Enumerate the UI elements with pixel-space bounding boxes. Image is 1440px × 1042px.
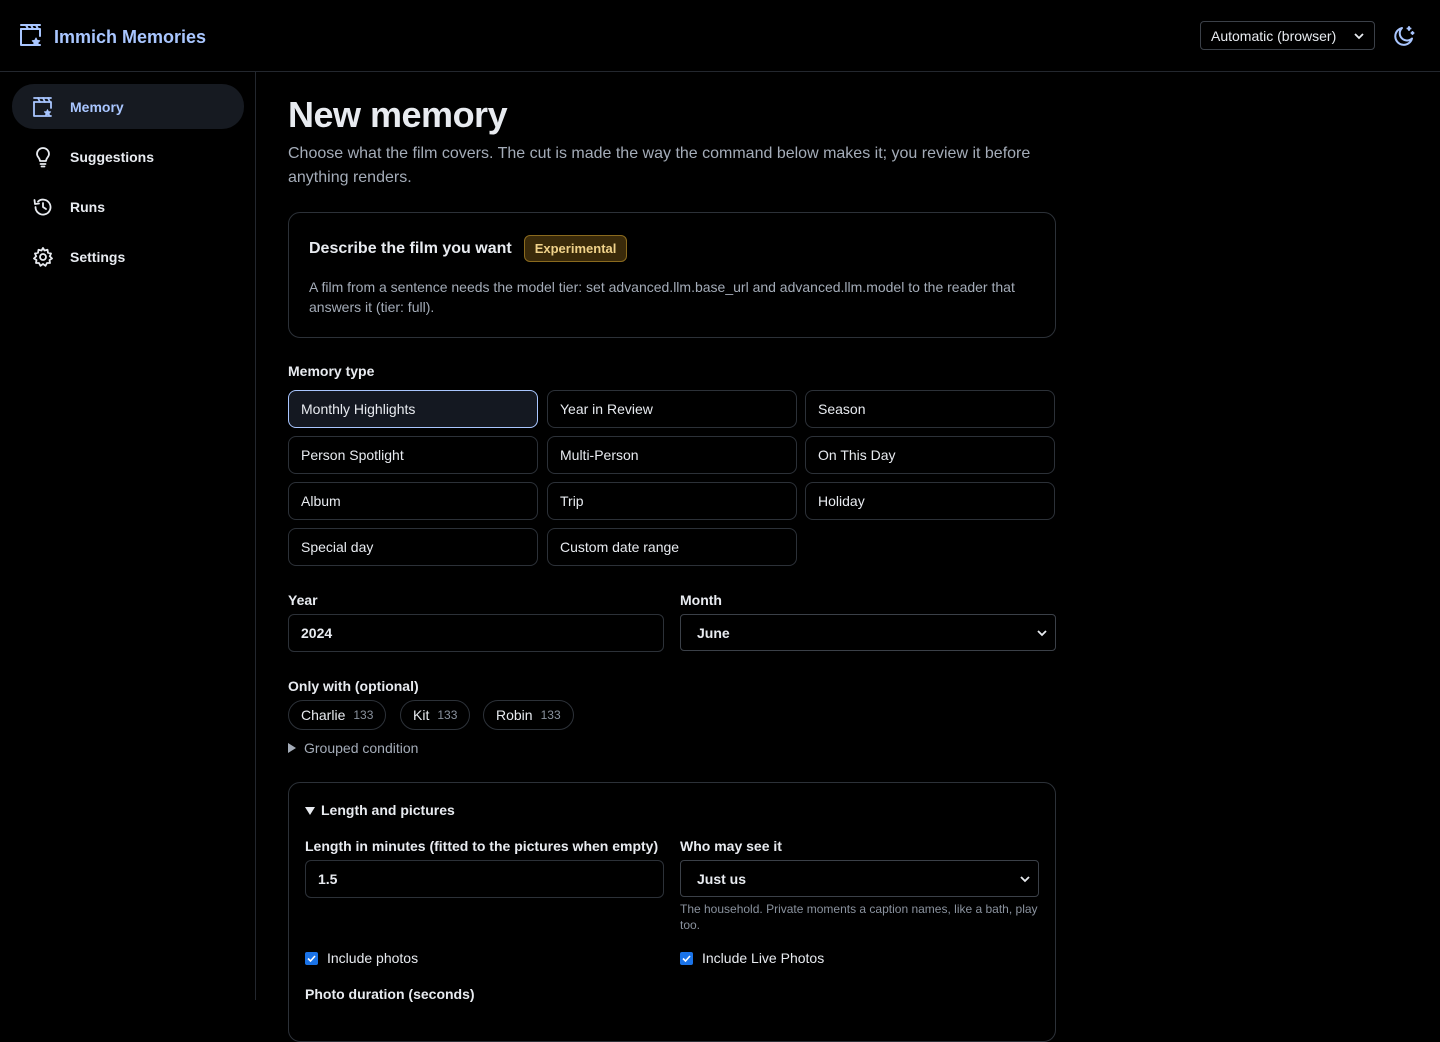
year-label: Year xyxy=(288,592,318,608)
memory-type-person-spotlight[interactable]: Person Spotlight xyxy=(288,436,538,474)
clapperboard-icon xyxy=(32,96,54,118)
grouped-condition-label: Grouped condition xyxy=(304,740,419,756)
sidebar: Memory Suggestions Runs Settings xyxy=(0,72,256,1000)
history-icon xyxy=(32,196,54,218)
who-may-see-label: Who may see it xyxy=(680,838,782,854)
gear-icon xyxy=(32,246,54,268)
theme-select[interactable]: Automatic (browser) xyxy=(1200,21,1375,50)
include-live-photos-checkbox[interactable]: Include Live Photos xyxy=(680,950,824,966)
sidebar-item-settings[interactable]: Settings xyxy=(12,234,244,279)
person-chip[interactable]: Charlie 133 xyxy=(288,700,387,730)
memory-type-season[interactable]: Season xyxy=(805,390,1055,428)
month-label: Month xyxy=(680,592,722,608)
include-photos-label: Include photos xyxy=(327,950,419,966)
checkmark-icon xyxy=(680,951,693,965)
memory-type-custom-date-range[interactable]: Custom date range xyxy=(547,528,797,566)
triangle-down-icon xyxy=(305,802,315,818)
only-with-label: Only with (optional) xyxy=(288,678,419,694)
app-title: Immich Memories xyxy=(54,27,207,47)
lightbulb-icon xyxy=(32,146,54,168)
person-chip-name: Charlie xyxy=(301,707,346,723)
memory-type-album[interactable]: Album xyxy=(288,482,538,520)
length-input[interactable]: 1.5 xyxy=(305,860,664,898)
moon-icon[interactable] xyxy=(1392,24,1416,48)
length-section-title: Length and pictures xyxy=(321,802,455,818)
clapperboard-star-icon xyxy=(18,22,44,53)
memory-type-trip[interactable]: Trip xyxy=(547,482,797,520)
length-label: Length in minutes (fitted to the picture… xyxy=(305,838,659,854)
who-may-see-hint: The household. Private moments a caption… xyxy=(680,902,1038,932)
chevron-down-icon xyxy=(1354,28,1364,44)
sidebar-item-memory[interactable]: Memory xyxy=(12,84,244,129)
include-live-photos-label: Include Live Photos xyxy=(702,950,825,966)
memory-type-holiday[interactable]: Holiday xyxy=(805,482,1055,520)
describe-film-card: Describe the film you want Experimental … xyxy=(288,212,1056,338)
top-bar: Immich Memories Automatic (browser) xyxy=(0,0,1440,72)
page-subtitle: Choose what the film covers. The cut is … xyxy=(288,145,1031,186)
chevron-down-icon xyxy=(1037,625,1047,641)
describe-card-text: A film from a sentence needs the model t… xyxy=(309,279,1015,315)
person-chip-name: Kit xyxy=(413,707,430,723)
memory-type-multi-person[interactable]: Multi-Person xyxy=(547,436,797,474)
person-chip[interactable]: Robin 133 xyxy=(483,700,574,730)
memory-type-year-in-review[interactable]: Year in Review xyxy=(547,390,797,428)
who-may-see-value: Just us xyxy=(697,870,747,887)
year-input[interactable]: 2024 xyxy=(288,614,664,652)
memory-type-label: Memory type xyxy=(288,363,375,379)
sidebar-item-runs[interactable]: Runs xyxy=(12,184,244,229)
memory-type-on-this-day[interactable]: On This Day xyxy=(805,436,1055,474)
include-photos-checkbox[interactable]: Include photos xyxy=(305,950,418,966)
who-may-see-select[interactable]: Just us xyxy=(680,860,1039,897)
grouped-condition-toggle[interactable]: Grouped condition xyxy=(288,740,418,756)
month-select-value: June xyxy=(697,624,730,641)
memory-type-monthly-highlights[interactable]: Monthly Highlights xyxy=(288,390,538,428)
sidebar-item-label: Suggestions xyxy=(70,148,155,165)
checkmark-icon xyxy=(305,951,318,965)
sidebar-item-label: Memory xyxy=(70,98,124,115)
sidebar-item-label: Settings xyxy=(70,248,126,265)
person-chip[interactable]: Kit 133 xyxy=(400,700,471,730)
describe-card-title: Describe the film you want xyxy=(309,239,512,257)
length-section-toggle[interactable]: Length and pictures xyxy=(305,802,455,818)
experimental-badge: Experimental xyxy=(523,235,628,262)
theme-select-value: Automatic (browser) xyxy=(1211,27,1337,44)
person-chip-count: 133 xyxy=(540,708,561,722)
length-pictures-card: Length and pictures Length in minutes (f… xyxy=(288,782,1056,1042)
sidebar-item-suggestions[interactable]: Suggestions xyxy=(12,134,244,179)
triangle-right-icon xyxy=(288,740,296,756)
sidebar-item-label: Runs xyxy=(70,198,105,215)
month-select[interactable]: June xyxy=(680,614,1056,651)
chevron-down-icon xyxy=(1020,871,1030,887)
brand[interactable]: Immich Memories xyxy=(18,22,206,53)
person-chip-count: 133 xyxy=(353,708,374,722)
memory-type-special-day[interactable]: Special day xyxy=(288,528,538,566)
person-chip-name: Robin xyxy=(496,707,533,723)
person-chip-count: 133 xyxy=(437,708,458,722)
page-title: New memory xyxy=(288,94,508,135)
